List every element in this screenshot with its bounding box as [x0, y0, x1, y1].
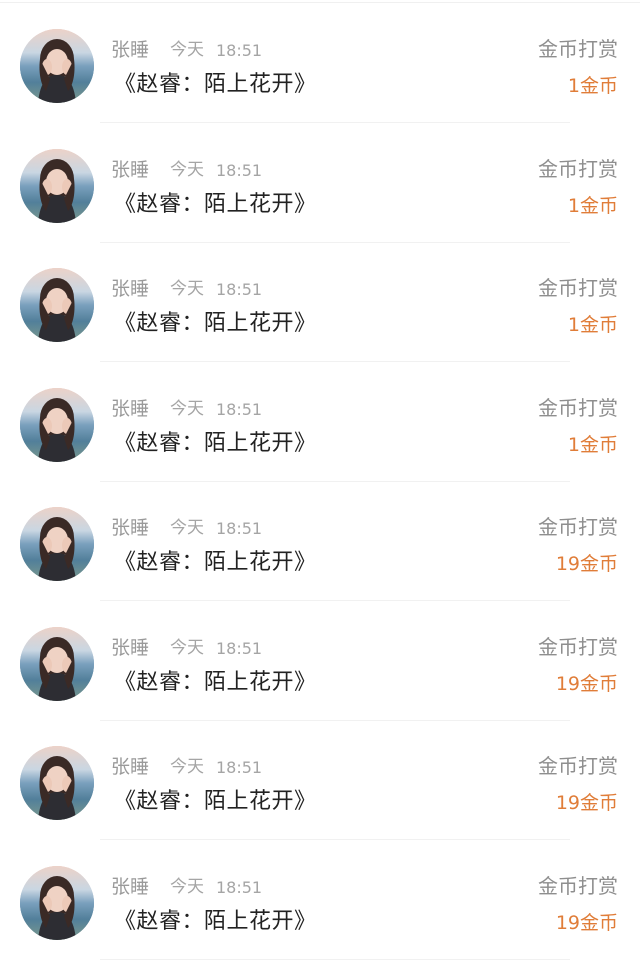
- avatar[interactable]: [20, 866, 94, 940]
- date-label: 今天: [170, 399, 204, 419]
- reward-type-label: 金币打赏: [538, 396, 618, 420]
- coin-amount: 1金币: [567, 195, 618, 217]
- book-title[interactable]: 《赵睿：陌上花开》: [114, 190, 317, 220]
- reward-row[interactable]: 张睡 今天 18:51 《赵睿：陌上花开》 金币打赏 1金币: [0, 4, 640, 123]
- time-label: 18:51: [216, 639, 263, 658]
- date-label: 今天: [170, 40, 204, 60]
- reward-type-label: 金币打赏: [538, 37, 618, 61]
- reward-record-list: 张睡 今天 18:51 《赵睿：陌上花开》 金币打赏 1金币 张睡 今天 18:51 《赵睿：陌上…: [0, 0, 640, 974]
- coin-amount: 19金币: [555, 792, 618, 814]
- book-title[interactable]: 《赵睿：陌上花开》: [114, 309, 317, 339]
- date-label: 今天: [170, 518, 204, 538]
- top-divider: [0, 2, 640, 3]
- avatar-image: [20, 29, 94, 103]
- book-title[interactable]: 《赵睿：陌上花开》: [114, 70, 317, 100]
- reward-row[interactable]: 张睡 今天 18:51 《赵睿：陌上花开》 金币打赏 1金币: [0, 363, 640, 482]
- reward-type-label: 金币打赏: [538, 874, 618, 898]
- avatar-image: [20, 149, 94, 223]
- avatar[interactable]: [20, 507, 94, 581]
- user-name[interactable]: 张睡: [111, 158, 149, 182]
- time-label: 18:51: [216, 41, 263, 60]
- date-label: 今天: [170, 160, 204, 180]
- book-title[interactable]: 《赵睿：陌上花开》: [114, 548, 317, 578]
- coin-amount: 1金币: [567, 434, 618, 456]
- reward-row[interactable]: 张睡 今天 18:51 《赵睿：陌上花开》 金币打赏 1金币: [0, 124, 640, 243]
- coin-amount: 19金币: [555, 553, 618, 575]
- row-divider: [100, 361, 570, 362]
- coin-amount: 1金币: [567, 314, 618, 336]
- date-label: 今天: [170, 877, 204, 897]
- user-name[interactable]: 张睡: [111, 277, 149, 301]
- user-name[interactable]: 张睡: [111, 636, 149, 660]
- row-divider: [100, 959, 570, 960]
- user-name[interactable]: 张睡: [111, 38, 149, 62]
- user-name[interactable]: 张睡: [111, 397, 149, 421]
- avatar-image: [20, 388, 94, 462]
- row-divider: [100, 122, 570, 123]
- time-label: 18:51: [216, 519, 263, 538]
- avatar[interactable]: [20, 149, 94, 223]
- time-label: 18:51: [216, 161, 263, 180]
- row-divider: [100, 600, 570, 601]
- avatar[interactable]: [20, 627, 94, 701]
- user-name[interactable]: 张睡: [111, 875, 149, 899]
- avatar[interactable]: [20, 268, 94, 342]
- coin-amount: 1金币: [567, 75, 618, 97]
- user-name[interactable]: 张睡: [111, 516, 149, 540]
- row-divider: [100, 839, 570, 840]
- book-title[interactable]: 《赵睿：陌上花开》: [114, 907, 317, 937]
- reward-type-label: 金币打赏: [538, 754, 618, 778]
- avatar[interactable]: [20, 746, 94, 820]
- time-label: 18:51: [216, 400, 263, 419]
- reward-row[interactable]: 张睡 今天 18:51 《赵睿：陌上花开》 金币打赏 19金币: [0, 482, 640, 601]
- reward-row[interactable]: 张睡 今天 18:51 《赵睿：陌上花开》 金币打赏 19金币: [0, 841, 640, 960]
- avatar-image: [20, 746, 94, 820]
- reward-type-label: 金币打赏: [538, 157, 618, 181]
- avatar-image: [20, 268, 94, 342]
- book-title[interactable]: 《赵睿：陌上花开》: [114, 429, 317, 459]
- reward-row[interactable]: 张睡 今天 18:51 《赵睿：陌上花开》 金币打赏 1金币: [0, 243, 640, 362]
- avatar[interactable]: [20, 388, 94, 462]
- book-title[interactable]: 《赵睿：陌上花开》: [114, 787, 317, 817]
- reward-type-label: 金币打赏: [538, 515, 618, 539]
- time-label: 18:51: [216, 878, 263, 897]
- user-name[interactable]: 张睡: [111, 755, 149, 779]
- coin-amount: 19金币: [555, 912, 618, 934]
- reward-type-label: 金币打赏: [538, 276, 618, 300]
- reward-type-label: 金币打赏: [538, 635, 618, 659]
- avatar-image: [20, 507, 94, 581]
- avatar-image: [20, 866, 94, 940]
- reward-row[interactable]: 张睡 今天 18:51 《赵睿：陌上花开》 金币打赏 19金币: [0, 602, 640, 721]
- reward-row[interactable]: 张睡 今天 18:51 《赵睿：陌上花开》 金币打赏 19金币: [0, 721, 640, 840]
- time-label: 18:51: [216, 758, 263, 777]
- date-label: 今天: [170, 279, 204, 299]
- coin-amount: 19金币: [555, 673, 618, 695]
- avatar[interactable]: [20, 29, 94, 103]
- book-title[interactable]: 《赵睿：陌上花开》: [114, 668, 317, 698]
- avatar-image: [20, 627, 94, 701]
- date-label: 今天: [170, 757, 204, 777]
- time-label: 18:51: [216, 280, 263, 299]
- date-label: 今天: [170, 638, 204, 658]
